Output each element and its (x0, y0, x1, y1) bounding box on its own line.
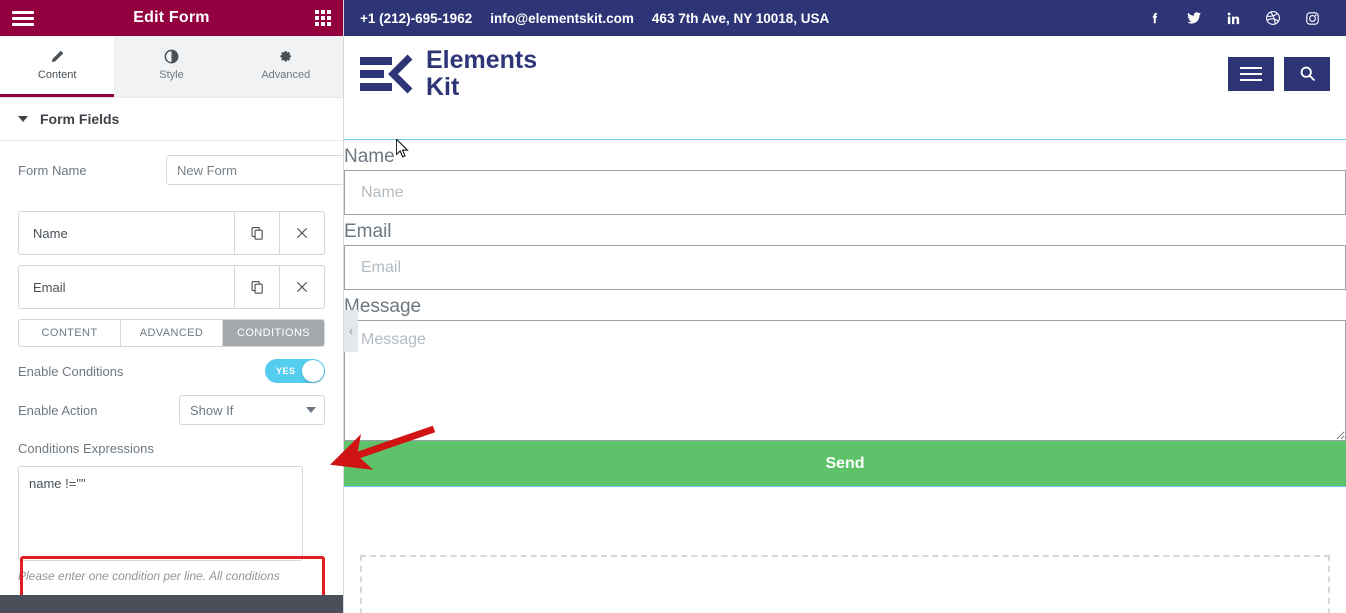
caret-down-icon (18, 116, 28, 122)
hamburger-icon[interactable] (1228, 56, 1274, 91)
empty-dropzone-placeholder[interactable] (360, 555, 1330, 613)
close-icon[interactable] (279, 266, 324, 308)
site-preview: +1 (212)-695-1962 info@elementskit.com 4… (344, 0, 1346, 613)
tab-style-label: Style (159, 69, 184, 81)
chevron-left-icon[interactable]: ‹ (344, 310, 358, 352)
tab-field-conditions[interactable]: CONDITIONS (223, 320, 324, 346)
facebook-icon[interactable] (1148, 10, 1162, 26)
enable-conditions-toggle[interactable]: YES (265, 359, 325, 383)
topbar-socials (1148, 10, 1320, 26)
enable-conditions-row: Enable Conditions YES (0, 347, 343, 383)
enable-action-row: Enable Action Show If Hide If (0, 383, 343, 425)
screen: Edit Form Content Style Advanced Form Fi… (0, 0, 1346, 613)
tab-advanced[interactable]: Advanced (228, 36, 343, 97)
email-input[interactable] (344, 246, 1346, 290)
topbar-email[interactable]: info@elementskit.com (490, 11, 634, 26)
elementskit-logo-icon (360, 54, 414, 94)
nav-actions (1228, 56, 1330, 91)
field-email: Email (344, 215, 1346, 290)
form-fields-repeater: Name Email (18, 211, 325, 309)
panel-footer-bar (0, 595, 343, 613)
repeater-item-email[interactable]: Email (18, 265, 325, 309)
form-name-input[interactable] (166, 155, 343, 185)
field-message-label: Message (344, 290, 1346, 321)
field-email-label: Email (344, 215, 1346, 246)
conditions-expressions-label: Conditions Expressions (18, 441, 154, 456)
tab-field-advanced[interactable]: ADVANCED (121, 320, 223, 346)
close-icon[interactable] (279, 212, 324, 254)
panel-content-scroll[interactable]: Form Fields Form Name Name (0, 98, 343, 595)
form-name-label: Form Name (18, 162, 87, 178)
panel-header: Edit Form (0, 0, 343, 36)
brand-name: Elements Kit (426, 45, 538, 101)
site-navbar: Elements Kit (344, 36, 1346, 111)
enable-action-select-wrap: Show If Hide If (179, 395, 325, 425)
toggle-state-label: YES (276, 366, 296, 376)
panel-tabs: Content Style Advanced (0, 36, 343, 98)
repeater-item-title: Name (33, 225, 68, 241)
tab-field-content[interactable]: CONTENT (19, 320, 121, 346)
tab-content-label: Content (37, 69, 77, 81)
dribbble-icon[interactable] (1265, 10, 1281, 26)
site-topbar: +1 (212)-695-1962 info@elementskit.com 4… (344, 0, 1346, 36)
panel-title: Edit Form (133, 9, 210, 26)
search-icon[interactable] (1284, 56, 1330, 91)
hamburger-bars (1240, 66, 1262, 81)
pencil-icon (50, 49, 65, 64)
copy-icon[interactable] (234, 212, 279, 254)
field-settings-tabs: CONTENT ADVANCED CONDITIONS (18, 319, 325, 347)
enable-action-select[interactable]: Show If Hide If (179, 395, 325, 425)
section-form-fields-label: Form Fields (40, 111, 120, 127)
hamburger-icon[interactable] (12, 10, 34, 26)
message-textarea[interactable] (344, 321, 1346, 441)
tab-advanced-label: Advanced (261, 69, 311, 81)
enable-action-label: Enable Action (18, 402, 98, 418)
form-name-row: Form Name (0, 141, 343, 185)
field-name: Name (344, 140, 1346, 215)
topbar-phone[interactable]: +1 (212)-695-1962 (360, 11, 472, 26)
send-button[interactable]: Send (344, 441, 1346, 487)
brand-line-1: Elements (426, 45, 538, 74)
twitter-icon[interactable] (1186, 10, 1202, 26)
brand-line-2: Kit (426, 72, 460, 101)
apps-grid-icon[interactable] (315, 10, 331, 26)
name-input[interactable] (344, 171, 1346, 215)
topbar-contact-info: +1 (212)-695-1962 info@elementskit.com 4… (360, 11, 829, 26)
gear-icon (278, 49, 293, 64)
toggle-knob (302, 360, 324, 382)
contact-form-widget: Name Email Message Send (344, 111, 1346, 613)
conditions-expressions-textarea[interactable] (18, 466, 303, 561)
enable-conditions-label: Enable Conditions (18, 363, 124, 379)
elementor-editor-panel: Edit Form Content Style Advanced Form Fi… (0, 0, 344, 613)
tab-style[interactable]: Style (114, 36, 229, 97)
contrast-circle-icon (164, 49, 179, 64)
site-logo[interactable]: Elements Kit (360, 45, 538, 101)
conditions-hint: Please enter one condition per line. All… (18, 569, 280, 583)
section-form-fields[interactable]: Form Fields (0, 98, 343, 141)
topbar-address: 463 7th Ave, NY 10018, USA (651, 10, 830, 26)
repeater-item-name[interactable]: Name (18, 211, 325, 255)
tab-content[interactable]: Content (0, 36, 115, 97)
field-name-label: Name (344, 140, 1346, 171)
copy-icon[interactable] (234, 266, 279, 308)
instagram-icon[interactable] (1305, 11, 1320, 26)
form-section: Name Email Message Send (344, 139, 1346, 487)
field-message: Message (344, 290, 1346, 441)
linkedin-icon[interactable] (1226, 11, 1241, 26)
repeater-item-title: Email (33, 279, 66, 295)
